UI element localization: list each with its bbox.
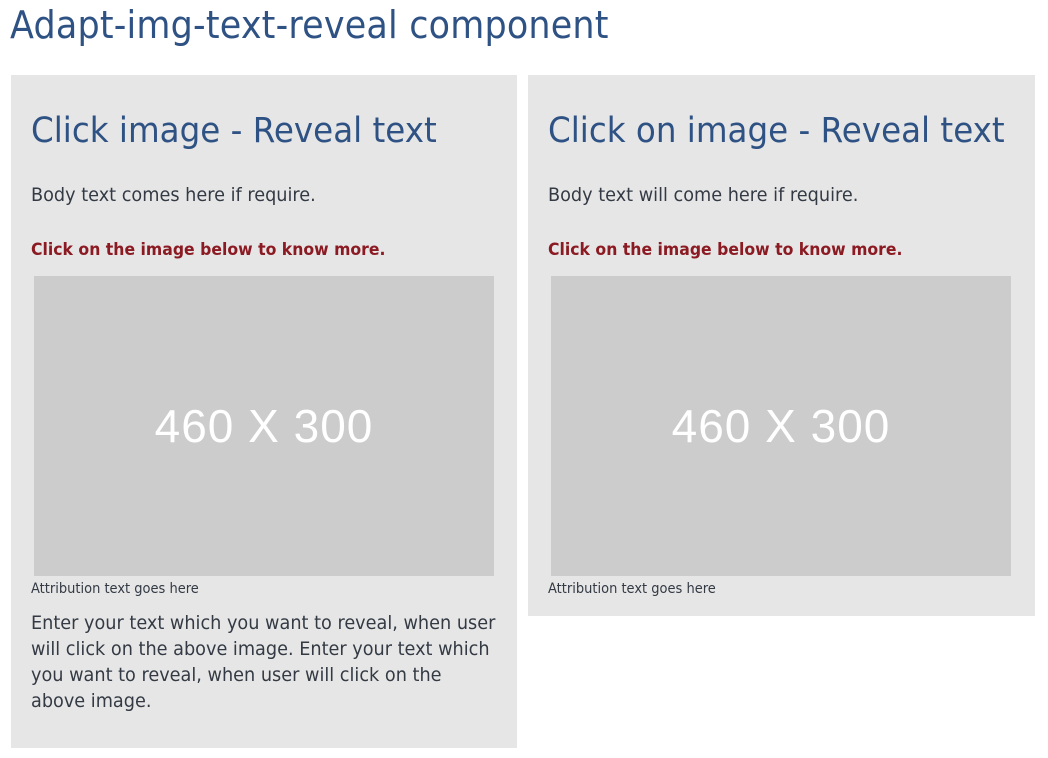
revealed-text: Enter your text which you want to reveal… <box>31 612 496 712</box>
image-attribution: Attribution text goes here <box>31 581 199 597</box>
card-body-text: Body text will come here if require. <box>548 184 859 206</box>
card-body-text: Body text comes here if require. <box>31 184 316 206</box>
image-placeholder-label: 460 X 300 <box>671 400 891 452</box>
card-heading: Click on image - Reveal text <box>548 111 1005 151</box>
reveal-image[interactable]: 460 X 300 <box>34 276 494 576</box>
page-title: Adapt-img-text-reveal component <box>10 3 609 47</box>
reveal-card-left: Click image - Reveal text Body text come… <box>11 75 517 748</box>
card-instruction: Click on the image below to know more. <box>31 240 386 259</box>
card-instruction: Click on the image below to know more. <box>548 240 903 259</box>
image-placeholder-label: 460 X 300 <box>154 400 374 452</box>
reveal-image[interactable]: 460 X 300 <box>551 276 1011 576</box>
card-heading: Click image - Reveal text <box>31 111 437 151</box>
image-attribution: Attribution text goes here <box>548 581 716 597</box>
reveal-card-right: Click on image - Reveal text Body text w… <box>528 75 1035 616</box>
